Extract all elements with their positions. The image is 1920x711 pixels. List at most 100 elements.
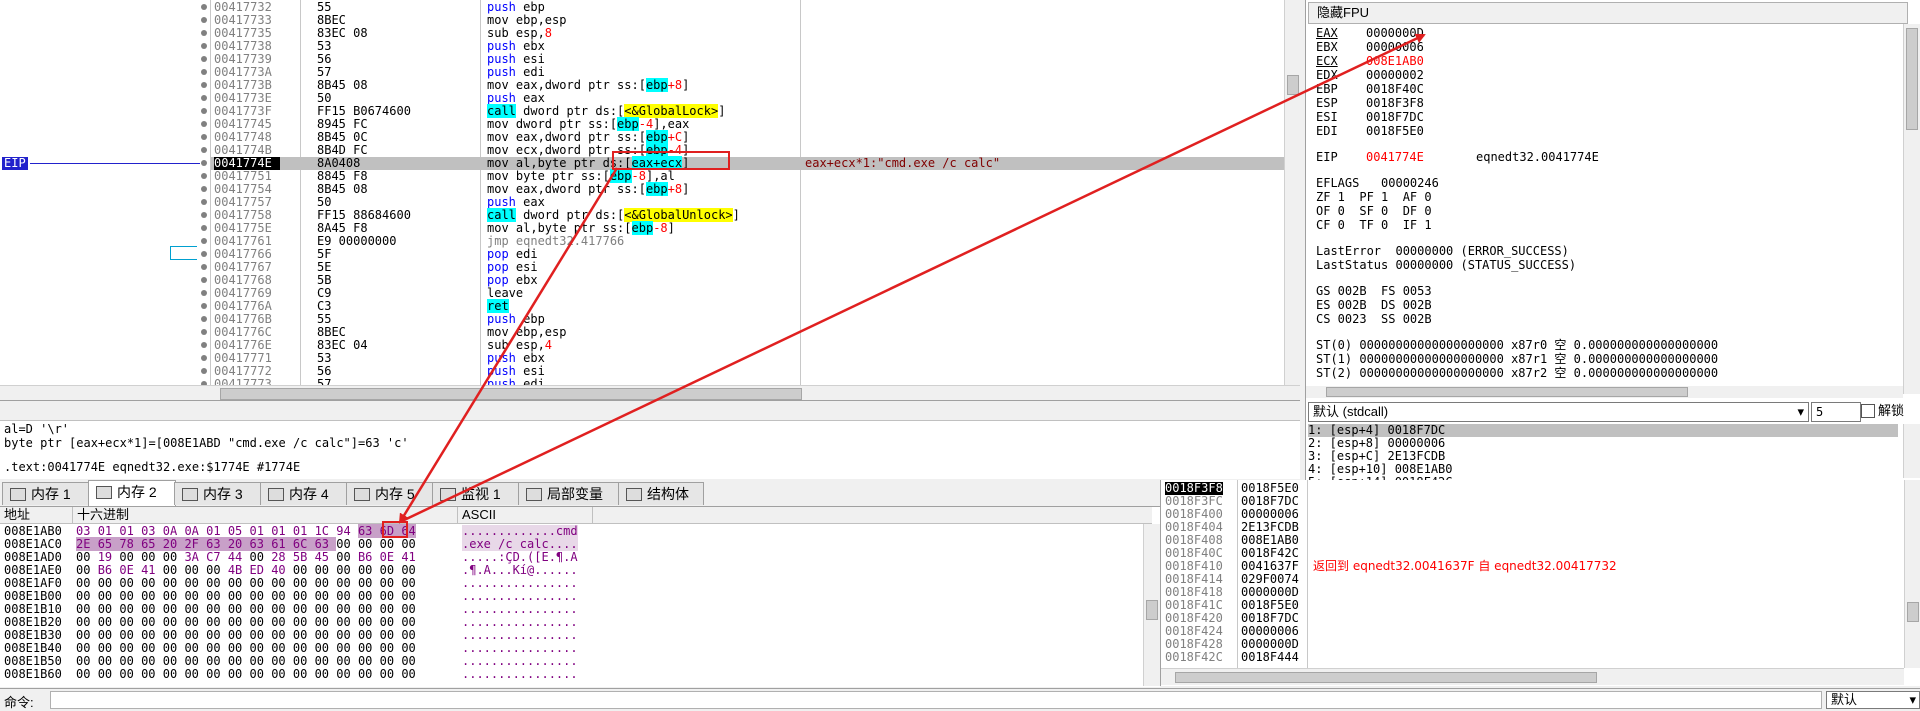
dump-byte[interactable]: 00 (315, 589, 337, 603)
register-value[interactable]: 00000002 (1366, 68, 1424, 82)
dump-byte[interactable]: 0A (163, 524, 185, 538)
dump-byte[interactable]: 00 (358, 576, 380, 590)
stack-address[interactable]: 0018F42C (1165, 651, 1223, 664)
tab-7[interactable]: 局部变量 (518, 482, 620, 505)
instruction-text[interactable]: leave (487, 287, 797, 300)
last-status[interactable]: LastStatus 00000000 (STATUS_SUCCESS) (1316, 258, 1576, 272)
stack-hscroll[interactable] (1161, 668, 1904, 685)
tab-8[interactable]: 结构体 (618, 482, 704, 505)
dump-byte[interactable]: 00 (250, 576, 272, 590)
dump-byte[interactable]: 00 (98, 654, 120, 668)
dump-byte[interactable]: 00 (228, 667, 250, 681)
dump-byte[interactable]: 00 (163, 550, 185, 564)
dump-byte[interactable]: 00 (206, 667, 228, 681)
dump-byte[interactable]: 00 (358, 602, 380, 616)
dump-byte[interactable]: 2F (184, 537, 207, 551)
tab-5[interactable]: 内存 5 (346, 482, 434, 505)
args-vscroll[interactable] (1903, 424, 1920, 478)
dump-byte[interactable]: 00 (271, 576, 293, 590)
tab-4[interactable]: 内存 4 (260, 482, 348, 505)
dump-byte[interactable]: 00 (271, 589, 293, 603)
dump-byte[interactable]: 01 (119, 524, 141, 538)
breakpoint-dot[interactable] (201, 225, 207, 231)
dump-byte[interactable]: 00 (141, 589, 163, 603)
dump-byte[interactable]: 01 (206, 524, 228, 538)
dump-byte[interactable]: 00 (315, 641, 337, 655)
dump-byte[interactable]: 00 (401, 641, 415, 655)
segment-registers[interactable]: CS 0023 SS 002B (1316, 312, 1432, 326)
dump-byte[interactable]: 00 (184, 602, 206, 616)
dump-byte[interactable]: 5B (293, 550, 315, 564)
register-ecx[interactable]: ECX 008E1AB0 (1316, 54, 1424, 68)
dump-byte[interactable]: 00 (206, 602, 228, 616)
unlock-checkbox[interactable] (1861, 404, 1875, 418)
dump-byte[interactable]: 00 (315, 576, 337, 590)
dump-byte[interactable]: 00 (271, 641, 293, 655)
breakpoint-dot[interactable] (201, 290, 207, 296)
dump-byte[interactable]: 00 (336, 641, 358, 655)
dump-byte[interactable]: 00 (336, 589, 358, 603)
fpu-register[interactable]: ST(2) 00000000000000000000 x87r2 空 0.000… (1316, 366, 1718, 380)
vscroll-thumb[interactable] (1146, 600, 1158, 620)
instruction-text[interactable]: pop ebx (487, 274, 797, 287)
dump-byte[interactable]: 40 (271, 563, 293, 577)
breakpoint-dot[interactable] (201, 30, 207, 36)
breakpoint-dot[interactable] (201, 17, 207, 23)
dump-byte[interactable]: 00 (163, 628, 185, 642)
dump-byte[interactable]: 00 (380, 589, 402, 603)
dump-byte[interactable]: 00 (401, 576, 415, 590)
breakpoint-dot[interactable] (201, 82, 207, 88)
dump-byte[interactable]: 03 (141, 524, 163, 538)
dump-byte[interactable]: 00 (315, 615, 337, 629)
dump-byte[interactable]: 00 (250, 641, 272, 655)
hscroll-thumb[interactable] (1175, 672, 1597, 683)
dump-byte[interactable]: 45 (315, 550, 337, 564)
dump-byte[interactable]: 00 (358, 654, 380, 668)
register-ebx[interactable]: EBX 00000006 (1316, 40, 1424, 54)
segment-registers[interactable]: ES 002B DS 002B (1316, 298, 1432, 312)
stack-view[interactable]: 0018F3F8 0018F5E0 0018F3FC 0018F7DC 0018F400… (1160, 480, 1920, 686)
dump-byte[interactable]: 78 (119, 537, 142, 551)
breakpoint-dot[interactable] (201, 43, 207, 49)
dump-byte[interactable]: 00 (293, 628, 315, 642)
dump-byte[interactable]: 20 (162, 537, 185, 551)
dump-byte[interactable]: 0E (380, 550, 402, 564)
dump-byte[interactable]: 44 (228, 550, 250, 564)
breakpoint-dot[interactable] (201, 56, 207, 62)
dump-byte[interactable]: 41 (141, 563, 163, 577)
tab-2[interactable]: 内存 2 (88, 480, 176, 506)
dump-byte[interactable]: 00 (336, 550, 358, 564)
dump-byte[interactable]: 00 (163, 615, 185, 629)
dump-byte[interactable]: 00 (401, 667, 415, 681)
dump-byte[interactable]: 00 (163, 602, 185, 616)
breakpoint-dot[interactable] (201, 277, 207, 283)
breakpoint-dot[interactable] (201, 134, 207, 140)
register-value[interactable]: 0018F7DC (1366, 110, 1424, 124)
callconv-select[interactable]: 默认 (stdcall) ▾ (1308, 402, 1809, 422)
dump-byte[interactable]: 00 (228, 641, 250, 655)
register-value[interactable]: 0018F3F8 (1366, 96, 1424, 110)
dump-byte[interactable]: 63 (314, 537, 337, 551)
dump-byte[interactable]: 00 (358, 667, 380, 681)
dump-byte[interactable]: 00 (141, 641, 163, 655)
dump-byte[interactable]: 00 (271, 628, 293, 642)
dump-byte[interactable]: 00 (184, 667, 206, 681)
dump-byte[interactable]: 00 (228, 628, 250, 642)
dump-byte[interactable]: C7 (206, 550, 228, 564)
dump-byte[interactable]: 00 (98, 589, 120, 603)
register-hscroll[interactable] (1306, 386, 1903, 398)
dump-byte[interactable]: 00 (336, 654, 358, 668)
dump-byte[interactable]: 00 (293, 576, 315, 590)
register-value[interactable]: 0041774E (1366, 150, 1476, 164)
dump-byte[interactable]: 00 (76, 576, 98, 590)
dump-byte[interactable]: 61 (271, 537, 293, 551)
dump-byte[interactable]: 00 (293, 563, 315, 577)
dump-byte[interactable]: 00 (250, 654, 272, 668)
dump-byte[interactable]: 00 (401, 654, 415, 668)
stack-value[interactable]: 0018F444 (1241, 651, 1299, 664)
vscroll-thumb[interactable] (1907, 602, 1919, 622)
dump-byte[interactable]: 00 (141, 576, 163, 590)
dump-byte[interactable]: 00 (228, 654, 250, 668)
dump-byte[interactable]: 00 (76, 615, 98, 629)
dump-byte[interactable]: 00 (293, 641, 315, 655)
